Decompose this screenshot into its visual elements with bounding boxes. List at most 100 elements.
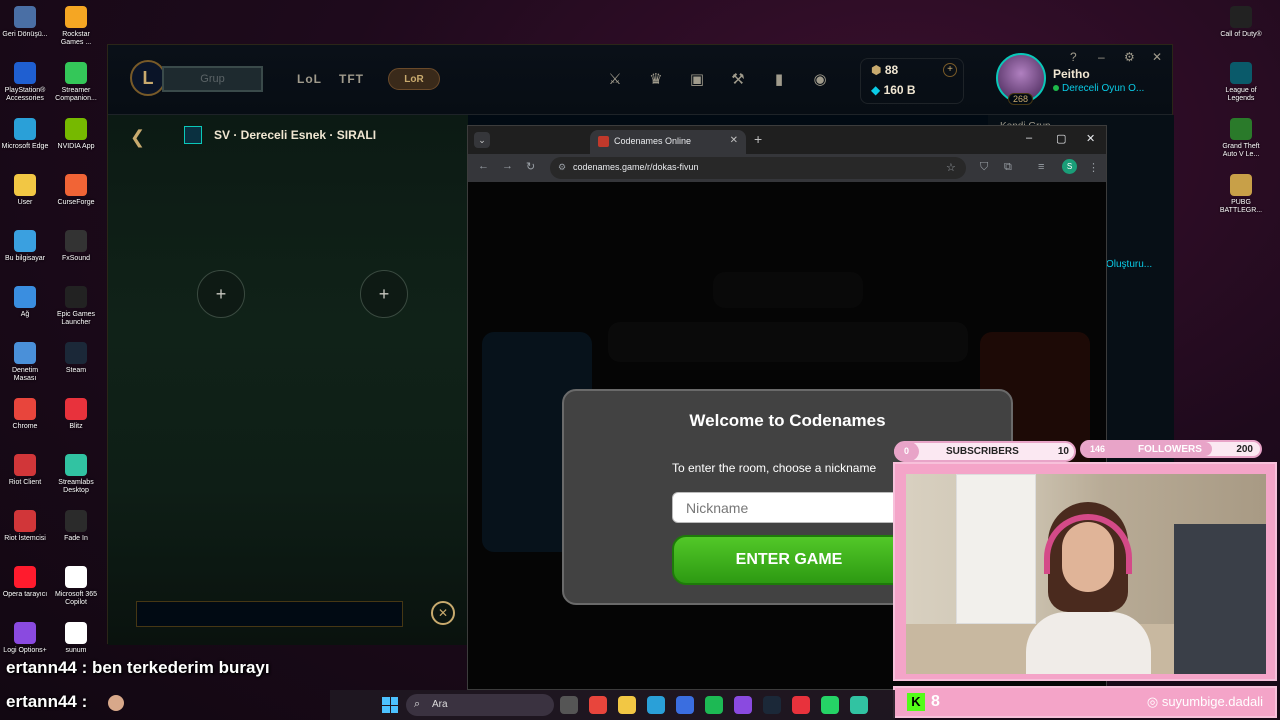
lobby-chat-input[interactable] (136, 601, 403, 627)
extensions-icon[interactable]: ⧉ (1004, 161, 1012, 174)
close-icon[interactable]: ✕ (1152, 50, 1162, 64)
copilot-icon[interactable] (734, 696, 752, 714)
curseforge-icon (65, 174, 87, 196)
tab-search-icon[interactable]: ⌄ (474, 132, 490, 148)
desktop-icon[interactable]: Geri Dönüşü... (0, 6, 50, 39)
desktop-icon[interactable]: CurseForge (51, 174, 101, 207)
desktop-icon[interactable]: FxSound (51, 230, 101, 263)
tft-pass-icon[interactable]: ♛ (645, 69, 667, 91)
enter-game-button[interactable]: ENTER GAME (672, 535, 906, 585)
shield-extension-icon[interactable]: ⛉ (980, 161, 988, 174)
loot-icon[interactable]: ⚒ (727, 69, 749, 91)
nav-tft[interactable]: TFT (339, 72, 364, 86)
add-rp-icon[interactable]: + (943, 63, 957, 77)
collection-icon[interactable]: ▣ (686, 69, 708, 91)
desktop-icon[interactable]: Steam (51, 342, 101, 375)
desktop-icon[interactable]: PUBG BATTLEGR... (1216, 174, 1266, 215)
menu-icon[interactable]: ⋮ (1088, 161, 1099, 174)
forward-icon[interactable]: → (502, 160, 513, 172)
invite-slot-right[interactable]: + (360, 270, 408, 318)
tab-close-icon[interactable]: ✕ (730, 135, 738, 146)
spotify-icon[interactable] (705, 696, 723, 714)
settings-icon[interactable]: ⚙ (1124, 50, 1135, 64)
desktop-icon[interactable]: League of Legends (1216, 62, 1266, 103)
desktop-icon[interactable]: Blitz (51, 398, 101, 431)
desktop-icon[interactable]: sunum (51, 622, 101, 655)
back-arrow-icon[interactable]: ❮ (130, 127, 145, 148)
status-text: Dereceli Oyun O... (1053, 83, 1144, 94)
nav-lol[interactable]: LoL (297, 72, 322, 86)
lol-top-bar: L Grup LoL TFT LoR ⚔ ♛ ▣ ⚒ ▮ ◉ ⬢ 88 ◆ 16… (108, 45, 1172, 115)
desktop-icon[interactable]: Streamer Companion... (51, 62, 101, 103)
essence-amount: 160 B (883, 83, 916, 97)
desktop-icon[interactable]: Microsoft 365 Copilot (51, 566, 101, 607)
media-icon[interactable]: ≡ (1038, 161, 1044, 173)
site-info-icon[interactable]: ⚙ (558, 162, 566, 173)
desktop-icon[interactable]: Epic Games Launcher (51, 286, 101, 327)
desktop-icon[interactable]: Riot Client (0, 454, 50, 487)
profile-avatar[interactable]: S (1062, 159, 1077, 174)
desktop-icon-label: Grand Theft Auto V Le... (1222, 143, 1260, 158)
nav-lor[interactable]: LoR (388, 68, 440, 90)
desktop-icon-label: Logi Options+ (3, 647, 47, 654)
windows-start-icon[interactable] (382, 697, 398, 713)
profile-icon[interactable]: ▮ (768, 69, 790, 91)
minimize-icon[interactable]: – (1026, 132, 1032, 144)
app-icon[interactable] (850, 696, 868, 714)
game-header (608, 322, 968, 362)
followers-goal: 200 (1236, 444, 1253, 455)
network-icon (14, 286, 36, 308)
minimize-icon[interactable]: – (1098, 50, 1105, 64)
desktop-icon[interactable]: Logi Options+ (0, 622, 50, 655)
desktop-icon-label: Chrome (12, 423, 38, 430)
chrome-icon[interactable] (589, 696, 607, 714)
desktop-icon[interactable]: Bu bilgisayar (0, 230, 50, 263)
desktop-icon[interactable]: Streamlabs Desktop (51, 454, 101, 495)
address-bar[interactable]: ⚙ codenames.game/r/dokas-fivun (550, 157, 966, 179)
desktop-icon[interactable]: Denetim Masası (0, 342, 50, 383)
desktop-icon[interactable]: Microsoft Edge (0, 118, 50, 151)
social-bar: K 8 ◎ suyumbige.dadali (893, 686, 1277, 718)
close-icon[interactable]: ✕ (1086, 132, 1095, 145)
lol-logo-icon[interactable]: L (130, 60, 166, 96)
new-tab-button[interactable]: + (754, 131, 762, 147)
search-label: Ara (432, 699, 448, 710)
desktop-icon[interactable]: Chrome (0, 398, 50, 431)
instagram-handle: ◎ suyumbige.dadali (1147, 694, 1263, 710)
help-icon[interactable]: ? (1070, 50, 1077, 64)
desktop-icon[interactable]: NVIDIA App (51, 118, 101, 151)
taskbar-search[interactable]: ⌕ Ara (406, 694, 554, 716)
desktop-icon[interactable]: Rockstar Games ... (51, 6, 101, 47)
steam-icon[interactable] (763, 696, 781, 714)
create-group-link[interactable]: Oluşturu... (1106, 259, 1152, 270)
task-view-icon[interactable] (560, 696, 578, 714)
leave-lobby-button[interactable]: ✕ (431, 601, 455, 625)
clash-icon[interactable]: ⚔ (604, 69, 626, 91)
desktop-icon[interactable]: PlayStation® Accessories (0, 62, 50, 103)
reload-icon[interactable]: ↻ (526, 160, 535, 173)
currency-panel[interactable]: ⬢ 88 ◆ 160 B + (860, 58, 964, 104)
desktop-icon[interactable]: Call of Duty® (1216, 6, 1266, 39)
desktop-icon[interactable]: User (0, 174, 50, 207)
desktop-icon[interactable]: Fade In (51, 510, 101, 543)
folder-icon[interactable] (618, 696, 636, 714)
store-icon[interactable] (676, 696, 694, 714)
bookmark-star-icon[interactable]: ☆ (946, 161, 956, 174)
whatsapp-icon[interactable] (821, 696, 839, 714)
chat-message: ertann44 : ben terkederim burayı (6, 658, 270, 677)
desktop-icon-label: NVIDIA App (57, 143, 95, 150)
desktop-icon[interactable]: Riot İstemcisi (0, 510, 50, 543)
edge-icon[interactable] (647, 696, 665, 714)
back-icon[interactable]: ← (478, 160, 489, 172)
tab-codenames[interactable]: Codenames Online ✕ (590, 130, 746, 154)
maximize-icon[interactable]: ▢ (1056, 132, 1066, 145)
play-button[interactable]: Grup (162, 66, 263, 92)
store-icon[interactable]: ◉ (809, 69, 831, 91)
desktop-icon[interactable]: Grand Theft Auto V Le... (1216, 118, 1266, 159)
invite-slot-left[interactable]: + (197, 270, 245, 318)
instagram-handle-text: suyumbige.dadali (1161, 694, 1263, 709)
nickname-input[interactable] (672, 492, 912, 523)
blitz-icon[interactable] (792, 696, 810, 714)
desktop-icon[interactable]: Opera tarayıcı (0, 566, 50, 599)
desktop-icon[interactable]: Ağ (0, 286, 50, 319)
